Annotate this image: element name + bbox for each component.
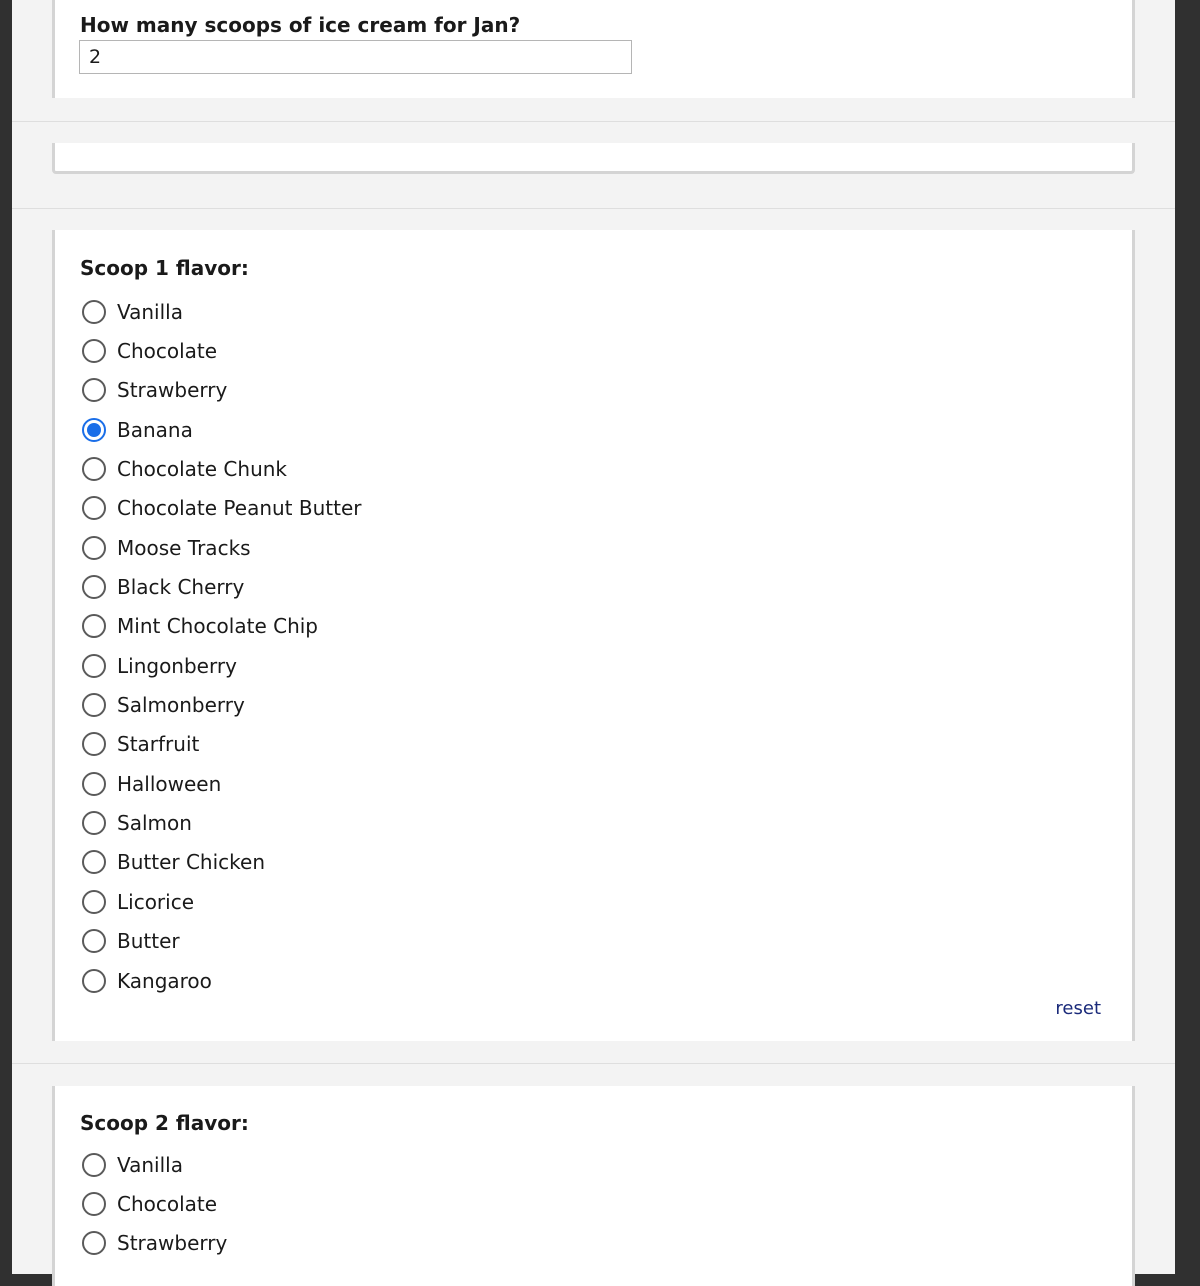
scoop1-option[interactable]: Lingonberry	[82, 646, 362, 685]
scoop1-option-label: Chocolate Peanut Butter	[117, 496, 362, 521]
scoop1-option-label: Vanilla	[117, 299, 183, 324]
section-divider	[12, 121, 1175, 122]
scoop2-options: Vanilla Chocolate Strawberry	[82, 1145, 227, 1263]
scoop2-option[interactable]: Chocolate	[82, 1184, 227, 1223]
scoop1-option[interactable]: Chocolate Peanut Butter	[82, 489, 362, 528]
scoop1-option[interactable]: Black Cherry	[82, 567, 362, 606]
scoop1-option-label: Banana	[117, 417, 193, 442]
scoop1-option[interactable]: Salmon	[82, 803, 362, 842]
scoop-count-input[interactable]	[79, 40, 632, 74]
radio-unchecked-icon[interactable]	[82, 575, 106, 600]
scoop1-option[interactable]: Butter	[82, 922, 362, 961]
scoop1-option[interactable]: Mint Chocolate Chip	[82, 607, 362, 646]
scoop1-option-label: Butter Chicken	[117, 850, 266, 875]
scoop1-option[interactable]: Banana	[82, 410, 362, 449]
scoop1-option[interactable]: Licorice	[82, 882, 362, 921]
scoop1-option-label: Halloween	[117, 771, 222, 796]
scoop1-option-label: Salmonberry	[117, 693, 245, 718]
scoop1-option-label: Moose Tracks	[117, 535, 251, 560]
radio-unchecked-icon[interactable]	[82, 929, 106, 954]
radio-unchecked-icon[interactable]	[82, 693, 106, 718]
scoop1-option[interactable]: Vanilla	[82, 292, 362, 331]
radio-unchecked-icon[interactable]	[82, 378, 106, 403]
scoop1-option-label: Black Cherry	[117, 575, 245, 600]
scoop1-option-label: Starfruit	[117, 732, 200, 757]
scoop1-option-label: Mint Chocolate Chip	[117, 614, 319, 639]
radio-unchecked-icon[interactable]	[82, 299, 106, 324]
radio-unchecked-icon[interactable]	[82, 614, 106, 639]
radio-unchecked-icon[interactable]	[82, 653, 106, 678]
scoop1-card: Scoop 1 flavor: Vanilla Chocolate Strawber…	[52, 230, 1135, 1041]
scoop1-option-label: Kangaroo	[117, 968, 212, 993]
section-divider	[12, 208, 1175, 209]
scoop1-option[interactable]: Salmonberry	[82, 685, 362, 724]
radio-unchecked-icon[interactable]	[82, 850, 106, 875]
scoop1-option[interactable]: Kangaroo	[82, 961, 362, 1000]
radio-unchecked-icon[interactable]	[82, 496, 106, 521]
scoop1-option[interactable]: Chocolate	[82, 331, 362, 370]
radio-unchecked-icon[interactable]	[82, 968, 106, 993]
scoop2-option-label: Chocolate	[117, 1192, 218, 1217]
radio-unchecked-icon[interactable]	[82, 771, 106, 796]
scoop2-label: Scoop 2 flavor:	[80, 1111, 249, 1135]
scoop2-option-label: Vanilla	[117, 1152, 183, 1177]
radio-unchecked-icon[interactable]	[82, 1231, 106, 1256]
radio-unchecked-icon[interactable]	[82, 1152, 106, 1177]
scoop1-option[interactable]: Starfruit	[82, 725, 362, 764]
radio-unchecked-icon[interactable]	[82, 732, 106, 757]
empty-card	[52, 143, 1135, 174]
scoop1-option[interactable]: Halloween	[82, 764, 362, 803]
scoop2-option[interactable]: Vanilla	[82, 1145, 227, 1184]
scoop-count-card: How many scoops of ice cream for Jan?	[52, 0, 1135, 98]
radio-checked-icon[interactable]	[82, 417, 106, 442]
scoop1-label: Scoop 1 flavor:	[80, 256, 249, 280]
radio-unchecked-icon[interactable]	[82, 339, 106, 364]
scoop1-option-label: Chocolate	[117, 339, 218, 364]
radio-unchecked-icon[interactable]	[82, 457, 106, 482]
survey-page: How many scoops of ice cream for Jan? Sc…	[12, 0, 1175, 1286]
scoop2-option[interactable]: Strawberry	[82, 1224, 227, 1263]
scoop2-option-label: Strawberry	[117, 1231, 228, 1256]
scoop1-option-label: Butter	[117, 929, 180, 954]
radio-unchecked-icon[interactable]	[82, 1192, 106, 1217]
section-divider	[12, 1063, 1175, 1064]
scoop1-option[interactable]: Moose Tracks	[82, 528, 362, 567]
scoop1-option-label: Salmon	[117, 811, 192, 836]
scoop1-option[interactable]: Strawberry	[82, 371, 362, 410]
scoop1-option-label: Licorice	[117, 889, 195, 914]
radio-unchecked-icon[interactable]	[82, 535, 106, 560]
scoop1-option-label: Lingonberry	[117, 653, 237, 678]
scoop1-option-label: Strawberry	[117, 378, 228, 403]
scoop1-options: Vanilla Chocolate Strawberry Banana Chocolat…	[82, 292, 362, 1000]
radio-unchecked-icon[interactable]	[82, 889, 106, 914]
scoop2-card: Scoop 2 flavor: Vanilla Chocolate Strawber…	[52, 1086, 1135, 1286]
scoop1-option[interactable]: Chocolate Chunk	[82, 449, 362, 488]
scoop1-reset-link[interactable]: reset	[1055, 998, 1101, 1019]
scoop-count-label: How many scoops of ice cream for Jan?	[80, 13, 521, 37]
scoop1-option[interactable]: Butter Chicken	[82, 843, 362, 882]
radio-unchecked-icon[interactable]	[82, 811, 106, 836]
scoop1-option-label: Chocolate Chunk	[117, 457, 287, 482]
